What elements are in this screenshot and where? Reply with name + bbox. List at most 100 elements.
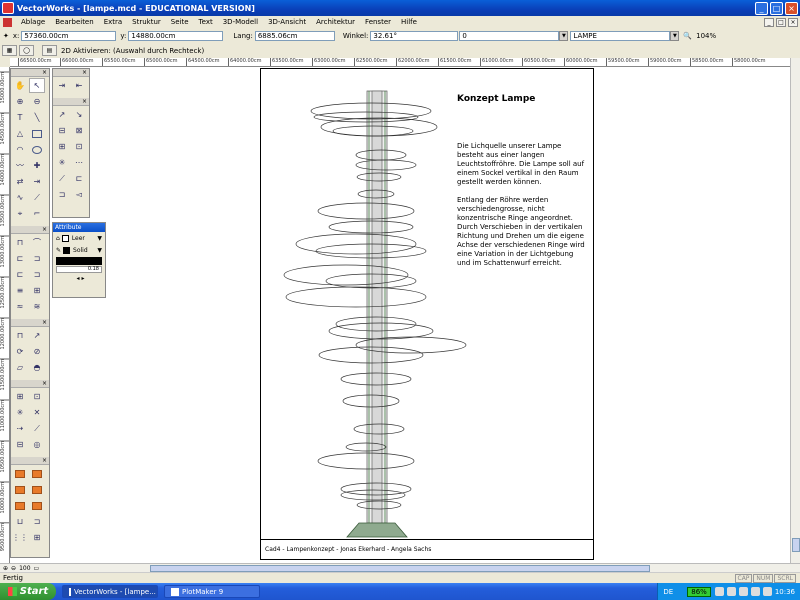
cabinet-tool-icon[interactable]: ⊔ bbox=[12, 514, 28, 529]
snap-end-icon[interactable]: ⟋ bbox=[54, 171, 70, 186]
task-vectorworks[interactable]: VectorWorks - [lampe... bbox=[62, 585, 158, 598]
hatch-tool-icon[interactable]: ≈ bbox=[12, 299, 28, 314]
grid-tool-icon[interactable]: ≡ bbox=[12, 283, 28, 298]
locus-tool-icon[interactable]: ✚ bbox=[29, 158, 45, 173]
language-indicator[interactable]: DE bbox=[663, 588, 673, 596]
menu-3d-modell[interactable]: 3D-Modell bbox=[218, 18, 263, 26]
arc-length-tool-icon[interactable]: ◎ bbox=[29, 437, 45, 452]
snap-perpendicular-icon[interactable]: ⊡ bbox=[71, 139, 87, 154]
constraint-dropdown-arrow[interactable]: ▼ bbox=[559, 31, 569, 41]
wall-tool-icon[interactable]: ⇄ bbox=[12, 174, 28, 189]
offset-tool-icon[interactable]: ⌖ bbox=[12, 206, 28, 221]
document-icon[interactable] bbox=[3, 17, 12, 27]
add-surface-tool-icon[interactable] bbox=[12, 466, 28, 481]
lock-icon[interactable]: ✦ bbox=[3, 32, 9, 40]
fill-row[interactable]: ⌂ Leer ▼ bbox=[53, 232, 105, 244]
ordinate-dim-tool-icon[interactable]: ⊟ bbox=[12, 437, 28, 452]
doc-minimize-button[interactable]: _ bbox=[764, 17, 774, 27]
column-tool-icon[interactable]: ⊐ bbox=[29, 251, 45, 266]
3d-flyover-tool-icon[interactable]: ⊘ bbox=[29, 344, 45, 359]
y-field[interactable]: 14880.00cm bbox=[128, 31, 224, 41]
angle-field[interactable]: 32.61° bbox=[370, 31, 459, 41]
selection-tool-icon[interactable]: ↖ bbox=[29, 78, 45, 93]
constraint-field[interactable]: 0 bbox=[459, 31, 560, 41]
fill-dropdown-icon[interactable]: ▼ bbox=[97, 235, 102, 242]
menu-3d-ansicht[interactable]: 3D-Ansicht bbox=[263, 18, 311, 26]
tray-icon-4[interactable] bbox=[750, 587, 760, 596]
diameter-dim-tool-icon[interactable]: ⟋ bbox=[29, 421, 45, 436]
snap-parallel-icon[interactable]: ⊞ bbox=[54, 139, 70, 154]
print-sheet[interactable]: Konzept Lampe Die Lichquelle unserer Lam… bbox=[260, 68, 594, 560]
battery-indicator[interactable]: 86% bbox=[687, 586, 711, 597]
tray-icon-2[interactable] bbox=[726, 587, 736, 596]
triangle-tool-icon[interactable]: △ bbox=[12, 126, 28, 141]
pen-color-bar[interactable] bbox=[56, 257, 102, 265]
minimize-button[interactable]: _ bbox=[755, 1, 768, 15]
page-icon[interactable]: ▭ bbox=[34, 565, 40, 572]
x-field[interactable]: 57360.00cm bbox=[21, 31, 117, 41]
angular-dim-tool-icon[interactable]: ✕ bbox=[29, 405, 45, 420]
circle-tool-icon[interactable] bbox=[29, 142, 45, 157]
pen-swatch[interactable] bbox=[63, 246, 71, 254]
arrow-row[interactable]: ◂ ▸ bbox=[53, 274, 105, 282]
slab-tool-icon[interactable]: ⊐ bbox=[29, 267, 45, 282]
menu-seite[interactable]: Seite bbox=[166, 18, 194, 26]
snap-object-icon[interactable]: ⇤ bbox=[71, 78, 87, 93]
snap-grid-icon[interactable]: ⇥ bbox=[54, 78, 70, 93]
pen-dropdown-icon[interactable]: ▼ bbox=[97, 247, 102, 254]
palette2-close-icon[interactable]: × bbox=[82, 69, 87, 76]
lasso-mode-button[interactable]: ◯ bbox=[19, 45, 34, 56]
zoom-level-control[interactable]: 100 bbox=[19, 565, 30, 572]
snap-edge-icon[interactable]: ⊏ bbox=[71, 171, 87, 186]
tray-icon-5[interactable] bbox=[762, 587, 772, 596]
pan-tool-icon[interactable]: ✋ bbox=[12, 78, 28, 93]
combine-tool-icon[interactable] bbox=[29, 482, 45, 497]
chain-dim-tool-icon[interactable]: ⊡ bbox=[29, 389, 45, 404]
polyline-tool-icon[interactable]: 〰 bbox=[12, 158, 28, 173]
intersect-tool-icon[interactable] bbox=[12, 482, 28, 497]
3d-sweep-tool-icon[interactable]: ↗ bbox=[29, 328, 45, 343]
layer-field[interactable]: LAMPE bbox=[570, 31, 671, 41]
dimension-tool-icon[interactable]: ⊞ bbox=[29, 283, 45, 298]
horizontal-scroll-thumb[interactable] bbox=[150, 565, 650, 572]
roof-tool-icon[interactable]: ⊏ bbox=[12, 267, 28, 282]
arc-tool-icon[interactable]: ◠ bbox=[12, 142, 28, 157]
zoom-out-tool-icon[interactable]: ⊖ bbox=[29, 94, 45, 109]
split-tool-icon[interactable] bbox=[12, 498, 28, 513]
3d-view-tool-icon[interactable]: ◓ bbox=[29, 360, 45, 375]
3d-extrude-tool-icon[interactable]: ⊓ bbox=[12, 328, 28, 343]
task-plotmaker[interactable]: PlotMaker 9 bbox=[164, 585, 260, 598]
snap-tangent-arc-icon[interactable]: ◅ bbox=[71, 187, 87, 202]
2d-mode-button[interactable]: ▤ bbox=[42, 45, 57, 56]
door-tool-icon[interactable]: ⊓ bbox=[12, 235, 28, 250]
palette-extra-close-icon[interactable]: × bbox=[42, 457, 47, 464]
vertical-scroll-thumb[interactable] bbox=[792, 538, 800, 552]
zoom-icon[interactable]: 🔍 bbox=[683, 32, 692, 40]
text-tool-icon[interactable]: T bbox=[12, 110, 28, 125]
fillet-tool-icon[interactable]: ⌐ bbox=[29, 206, 45, 221]
trim-tool-icon[interactable] bbox=[29, 498, 45, 513]
tray-icon-1[interactable] bbox=[714, 587, 724, 596]
zoom-value[interactable]: 104% bbox=[696, 32, 716, 40]
maximize-button[interactable]: □ bbox=[770, 1, 783, 15]
snap-distance-icon[interactable]: ⊟ bbox=[54, 123, 70, 138]
railing-tool-icon[interactable]: ⊞ bbox=[29, 530, 45, 545]
clock[interactable]: 10:36 bbox=[775, 588, 795, 596]
menu-struktur[interactable]: Struktur bbox=[127, 18, 166, 26]
horizontal-scrollbar[interactable]: ⊕ ⊖ 100 ▭ bbox=[0, 563, 800, 572]
3d-walkthrough-tool-icon[interactable]: ▱ bbox=[12, 360, 28, 375]
line-weight-field[interactable]: 0.18 bbox=[56, 266, 102, 273]
snap-center-icon[interactable]: ✳ bbox=[54, 155, 70, 170]
close-button[interactable]: × bbox=[785, 1, 798, 15]
baseline-dim-tool-icon[interactable]: ✳ bbox=[12, 405, 28, 420]
stair-tool-icon[interactable]: ⊏ bbox=[12, 251, 28, 266]
snap-intersection-icon[interactable]: ↘ bbox=[71, 107, 87, 122]
fill-swatch[interactable] bbox=[61, 234, 69, 242]
reshape-tool-icon[interactable]: ⇥ bbox=[29, 174, 45, 189]
doc-restore-button[interactable]: □ bbox=[776, 17, 786, 27]
3d-rotate-tool-icon[interactable]: ⟳ bbox=[12, 344, 28, 359]
palette-dims-close-icon[interactable]: × bbox=[42, 380, 47, 387]
select-mode-button[interactable]: ▦ bbox=[2, 45, 17, 56]
zoom-out-icon[interactable]: ⊖ bbox=[11, 565, 16, 572]
snap-midpoint-icon[interactable]: ⋯ bbox=[71, 155, 87, 170]
